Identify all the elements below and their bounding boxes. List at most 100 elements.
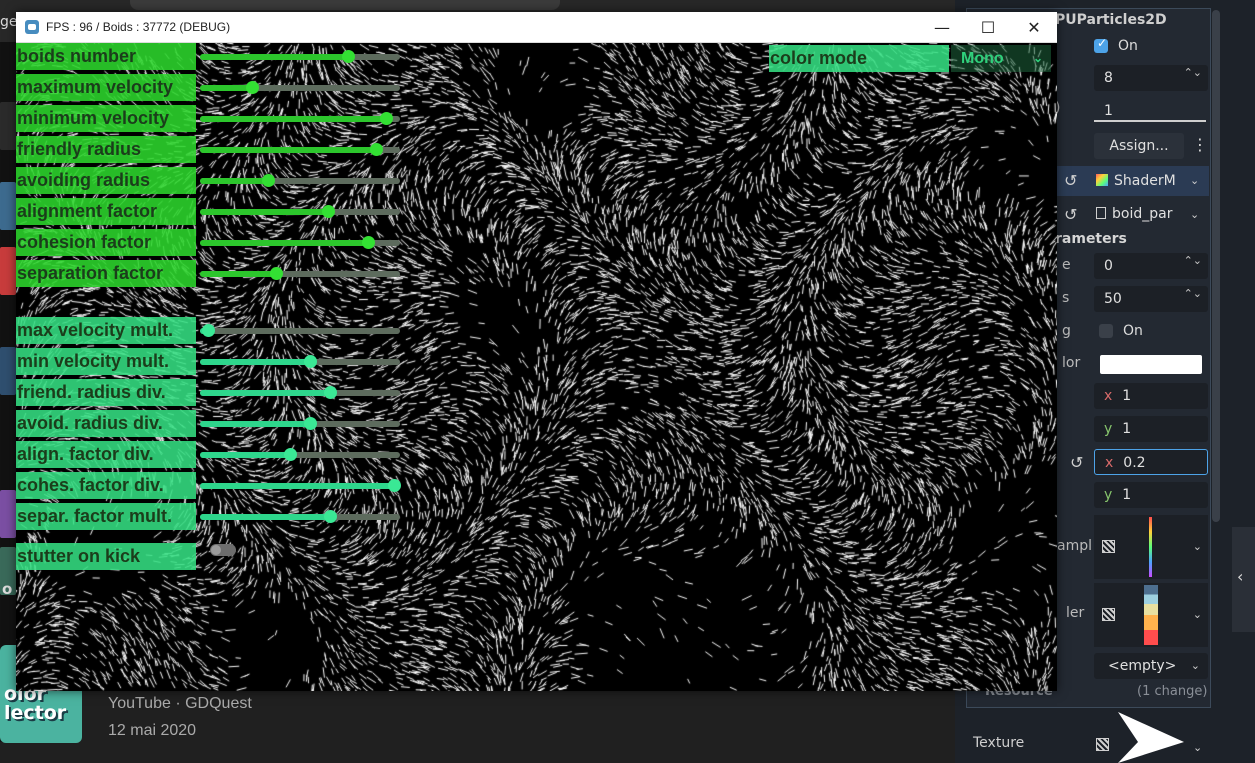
window-titlebar[interactable]: FPS : 96 / Boids : 37772 (DEBUG) — ☐ ✕ [16,12,1057,43]
spin-arrows-icon: ⌃⌄ [1183,66,1202,79]
window-title: FPS : 96 / Boids : 37772 (DEBUG) [46,20,231,34]
slider[interactable] [200,50,400,63]
arrow-texture-preview [1118,712,1184,763]
vector-y-field[interactable]: y1 [1094,482,1208,508]
slider[interactable] [200,510,400,523]
stutter-toggle[interactable] [210,544,236,556]
slider-label: max velocity mult. [16,317,196,344]
thumbnail[interactable] [0,490,16,538]
x-axis-icon: x [1105,455,1114,471]
slider[interactable] [200,143,400,156]
slider-handle[interactable] [324,386,337,399]
vector-value: 0.2 [1123,455,1146,471]
slider-fill [200,359,310,365]
spin-arrows-icon: ⌃⌄ [1183,254,1202,267]
slider[interactable] [200,112,400,125]
slider[interactable] [200,174,400,187]
thumbnail[interactable] [0,182,16,230]
param-spinbox[interactable]: 50 ⌃⌄ [1094,286,1208,312]
video-source[interactable]: YouTube · GDQuest [108,692,252,719]
slider-handle[interactable] [270,267,283,280]
minimize-button[interactable]: — [919,12,965,43]
slider-handle[interactable] [202,324,215,337]
chevron-down-icon[interactable]: ⌄ [1193,540,1202,553]
slider[interactable] [200,386,400,399]
stutter-label: stutter on kick [16,543,196,570]
x-axis-icon: x [1104,388,1113,404]
param-value: 0 [1104,258,1113,274]
slider-label: friendly radius [16,136,196,163]
slider-handle[interactable] [284,448,297,461]
slider-handle[interactable] [322,205,335,218]
param-spinbox[interactable]: 0 ⌃⌄ [1094,253,1208,279]
slider-handle[interactable] [362,236,375,249]
slider[interactable] [200,479,401,492]
chevron-left-icon[interactable]: ‹ [1237,567,1243,586]
inspector-scrollbar[interactable] [1212,10,1220,522]
material-name: ShaderM [1114,173,1176,189]
material-resource[interactable]: ShaderM [1094,168,1184,194]
slider[interactable] [200,448,400,461]
shader-resource[interactable]: boid_par [1094,201,1184,227]
slider-handle[interactable] [262,174,275,187]
slider-handle[interactable] [370,143,383,156]
video-date: 12 mai 2020 [108,722,197,739]
slider-handle[interactable] [388,479,401,492]
slider-handle[interactable] [304,417,317,430]
chevron-down-icon[interactable]: ⌄ [1193,608,1202,621]
flag-checkbox[interactable]: On [1099,323,1143,339]
close-button[interactable]: ✕ [1011,12,1057,43]
slider[interactable] [200,81,400,94]
slider-label: minimum velocity [16,105,196,132]
color-ramp-slot[interactable]: ⌄ [1094,583,1208,647]
color-mode-dropdown[interactable]: Mono ⌄ [951,45,1051,72]
gradient-texture-slot[interactable]: ⌄ [1094,515,1208,579]
emitting-checkbox[interactable]: ✓ On [1094,36,1138,54]
assign-button[interactable]: Assign... [1094,133,1184,159]
maximize-button[interactable]: ☐ [965,12,1011,43]
browser-search-box[interactable] [130,0,560,10]
revert-icon[interactable]: ↺ [1064,205,1077,224]
revert-icon[interactable]: ↺ [1064,171,1077,190]
slider-label: friend. radius div. [16,379,196,406]
slider-label: avoid. radius div. [16,410,196,437]
slider-handle[interactable] [246,81,259,94]
slider-label: boids number [16,43,196,70]
godot-app-icon [25,20,39,34]
ratio-slider[interactable]: 1 [1094,100,1208,126]
empty-value: <empty> [1108,658,1177,674]
vector-y-field[interactable]: y1 [1094,416,1208,442]
slider[interactable] [200,205,400,218]
texture-icon[interactable] [1096,738,1109,751]
checkbox-icon [1099,324,1113,338]
thumbnail[interactable] [0,247,16,295]
chevron-down-icon: ⌄ [1190,659,1200,672]
slider[interactable] [200,236,400,249]
slider[interactable] [200,324,400,337]
game-viewport[interactable]: boids number maximum velocity minimum velo… [16,43,1057,691]
slider[interactable] [200,267,400,280]
vector-value: 1 [1122,487,1132,503]
node-title: PUParticles2D [1055,12,1167,28]
thumbnail[interactable] [0,347,16,395]
slider-handle[interactable] [380,112,393,125]
vector-x-field-focused[interactable]: x 0.2 [1094,449,1208,475]
more-options-icon[interactable]: ⋮ [1192,135,1208,154]
empty-resource-slot[interactable]: <empty> ⌄ [1094,653,1208,679]
chevron-down-icon[interactable]: ⌄ [1193,741,1202,754]
slider[interactable] [200,355,400,368]
amount-spinbox[interactable]: 8 ⌃⌄ [1094,65,1208,91]
revert-icon[interactable]: ↺ [1070,453,1083,472]
color-picker-button[interactable] [1100,355,1202,374]
video-thumbnail-strip [0,42,16,742]
slider[interactable] [200,417,400,430]
texture-icon [1102,608,1115,621]
chevron-down-icon[interactable]: ⌄ [1190,174,1199,187]
slider-handle[interactable] [304,355,317,368]
thumbnail[interactable] [0,102,16,150]
slider-handle[interactable] [324,510,337,523]
vector-x-field[interactable]: x1 [1094,383,1208,409]
chevron-down-icon[interactable]: ⌄ [1190,208,1199,221]
slider-handle[interactable] [342,50,355,63]
section-header: rameters [1055,231,1127,247]
